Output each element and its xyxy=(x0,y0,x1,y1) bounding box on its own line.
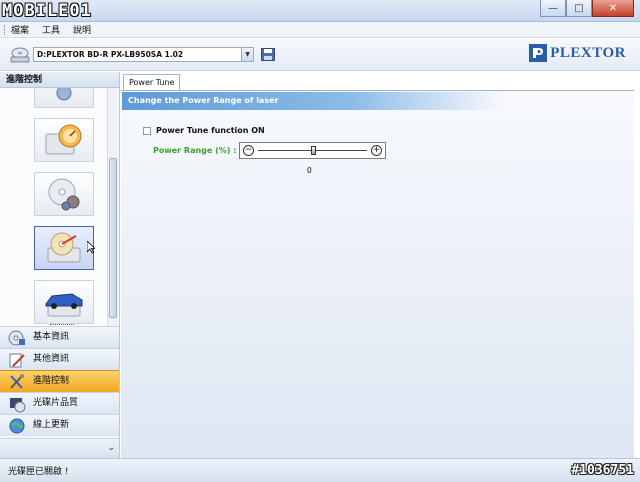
maximize-button[interactable]: □ xyxy=(566,0,592,17)
film-disc-icon xyxy=(10,398,26,413)
window-controls: — □ ✕ xyxy=(540,0,634,17)
cd-info-icon xyxy=(8,330,25,346)
slider-handle[interactable] xyxy=(310,146,316,155)
title-bar: MOBILE01 — □ ✕ xyxy=(0,0,640,22)
car-drive-icon xyxy=(45,293,83,317)
tab-power-tune[interactable]: Power Tune xyxy=(123,74,181,90)
nav-label: 進階控制 xyxy=(33,376,70,386)
tab-content: Change the Power Range of laser Power Tu… xyxy=(121,90,634,458)
chevron-double-down-icon[interactable]: ⌄ xyxy=(107,443,115,453)
feature-thumbnails[interactable] xyxy=(0,88,110,326)
recycle-disc-icon xyxy=(56,88,72,101)
menu-help[interactable]: 說明 xyxy=(73,23,91,36)
power-range-slider[interactable]: − + xyxy=(239,142,386,159)
minus-icon[interactable]: − xyxy=(243,145,254,156)
drive-select[interactable]: D:PLEXTOR BD-R PX-LB950SA 1.02 ▼ xyxy=(33,47,254,62)
nav-item-online-update[interactable]: 線上更新 xyxy=(0,414,119,436)
nav-item-disc-quality[interactable]: 光碟片品質 xyxy=(0,392,119,414)
nav-list: 基本資訊 其他資訊 進階控制 光碟片品質 線上更新 xyxy=(0,326,119,436)
menu-file[interactable]: 檔案 xyxy=(11,23,29,36)
nav-item-other-info[interactable]: 其他資訊 xyxy=(0,348,119,370)
menu-tools[interactable]: 工具 xyxy=(42,23,60,36)
watermark: #1036751 xyxy=(571,463,634,478)
status-bar: 光碟匣已關啟 ! #1036751 xyxy=(0,458,640,482)
chevron-down-icon[interactable]: ▼ xyxy=(241,48,253,61)
status-text: 光碟匣已關啟 ! xyxy=(8,467,69,477)
close-button[interactable]: ✕ xyxy=(592,0,634,17)
globe-icon xyxy=(9,418,25,434)
menu-bar: 檔案 工具 說明 xyxy=(0,22,640,38)
menu-grip-icon xyxy=(4,24,7,35)
nav-item-basic-info[interactable]: 基本資訊 xyxy=(0,326,119,348)
scrollbar-thumb[interactable] xyxy=(109,158,117,318)
disc-gears-icon xyxy=(48,178,80,211)
nav-label: 光碟片品質 xyxy=(33,398,79,408)
section-banner: Change the Power Range of laser xyxy=(122,92,502,110)
optical-drive-icon xyxy=(10,47,30,63)
laser-disc-drive-icon xyxy=(47,232,81,263)
app-logo: MOBILE01 xyxy=(2,1,92,21)
drive-select-value: D:PLEXTOR BD-R PX-LB950SA 1.02 xyxy=(37,50,184,59)
power-tune-checkbox[interactable] xyxy=(143,126,151,135)
speed-gauge-icon xyxy=(45,124,82,155)
thumb-car-drive[interactable] xyxy=(34,280,94,324)
nav-label: 基本資訊 xyxy=(33,332,70,342)
nav-label: 線上更新 xyxy=(33,420,70,430)
brand-name: PLEXTOR xyxy=(550,44,626,61)
minimize-button[interactable]: — xyxy=(540,0,566,17)
power-tune-toggle[interactable]: Power Tune function ON xyxy=(143,126,265,135)
drive-toolbar: D:PLEXTOR BD-R PX-LB950SA 1.02 ▼ PLEXTOR xyxy=(0,39,640,71)
thumbnail-scrollbar[interactable] xyxy=(107,88,118,326)
main-panel: Power Tune Change the Power Range of las… xyxy=(121,72,634,458)
sidebar-header: 進階控制 xyxy=(0,72,119,88)
tools-icon xyxy=(10,374,24,389)
sidebar: 進階控制 基本資訊 其他資訊 進階控制 光碟片品質 線上更新 ⌄ xyxy=(0,72,120,458)
save-icon[interactable] xyxy=(261,48,275,61)
nav-item-advanced-control[interactable]: 進階控制 xyxy=(0,370,119,392)
thumb-partial-top[interactable] xyxy=(34,88,94,108)
thumb-power-tune[interactable] xyxy=(34,226,94,270)
plus-icon[interactable]: + xyxy=(371,145,382,156)
nav-footer: ⌄ xyxy=(0,438,119,458)
thumb-speed-gauge[interactable] xyxy=(34,118,94,162)
document-pencil-icon xyxy=(9,353,25,368)
power-tune-label: Power Tune function ON xyxy=(156,126,265,135)
plextor-mark-icon xyxy=(529,44,548,62)
nav-label: 其他資訊 xyxy=(33,354,70,364)
power-range-value: 0 xyxy=(307,166,312,175)
mouse-cursor-icon xyxy=(87,241,95,254)
power-range-label: Power Range (%) : xyxy=(153,146,237,155)
thumb-disc-gears[interactable] xyxy=(34,172,94,216)
brand-logo: PLEXTOR xyxy=(528,43,626,63)
